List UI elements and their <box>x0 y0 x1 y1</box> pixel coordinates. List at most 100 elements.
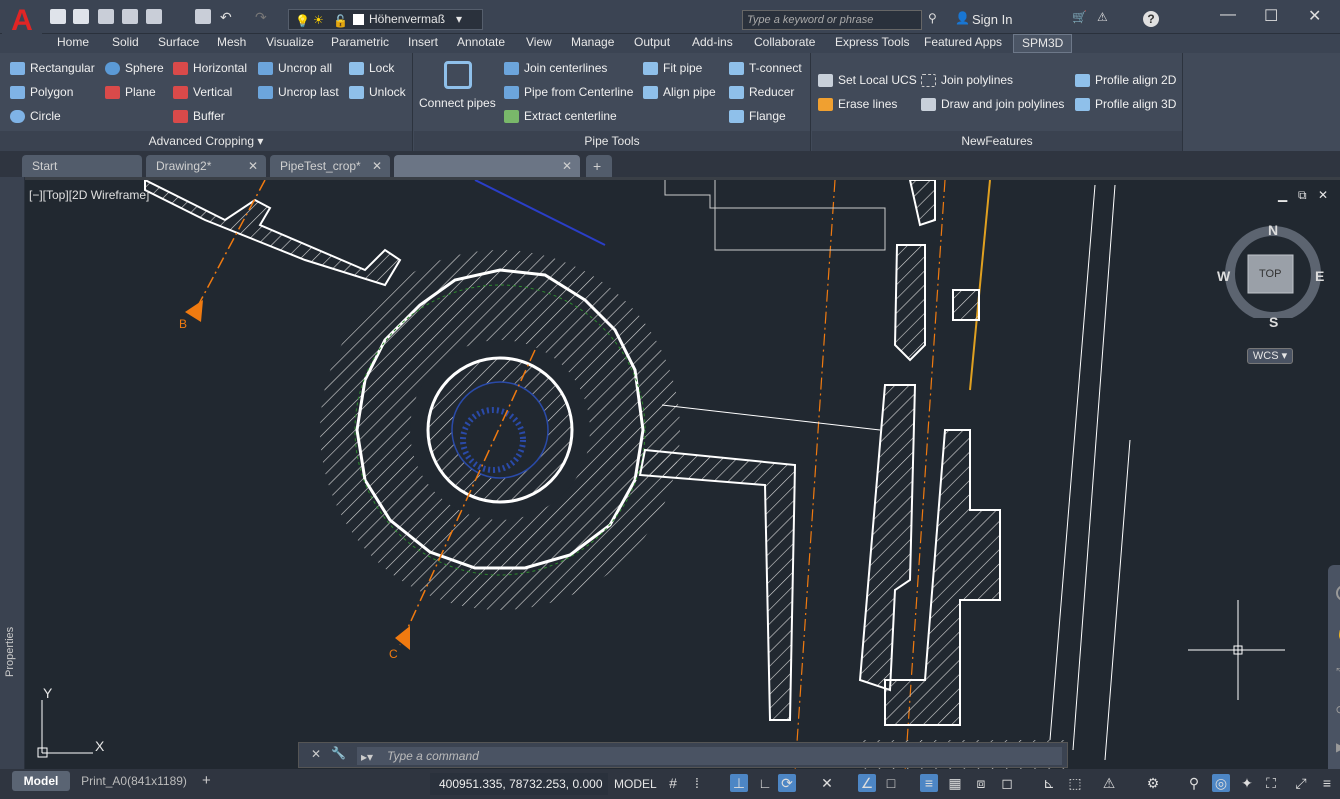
pipe-from-centerline-button[interactable]: Pipe from Centerline <box>504 85 633 99</box>
tab-pipetest-crop[interactable]: PipeTest_crop* ✕ <box>270 155 390 177</box>
menu-item-parametric[interactable]: Parametric <box>331 35 389 49</box>
close-icon[interactable]: ✕ <box>562 159 572 173</box>
annotation-visibility-icon[interactable]: ⚠ <box>1100 774 1118 792</box>
reducer-button[interactable]: Reducer <box>729 85 794 99</box>
menu-item-insert[interactable]: Insert <box>408 35 438 49</box>
search-input[interactable]: Type a keyword or phrase <box>742 10 922 30</box>
minimize-icon[interactable]: — <box>1220 6 1236 24</box>
drawing-viewport[interactable]: B C [−][Top][2D Wireframe] Y X ▁ ⧉ ✕ N S… <box>25 177 1340 769</box>
close-icon[interactable]: ✕ <box>248 159 258 173</box>
rectangular-button[interactable]: Rectangular <box>10 61 95 75</box>
grid-icon[interactable]: # <box>664 774 682 792</box>
menu-item-add-ins[interactable]: Add-ins <box>692 35 733 49</box>
lineweight-icon[interactable]: ≡ <box>920 774 938 792</box>
object-snap-tracking-icon[interactable]: ∠ <box>858 774 876 792</box>
tab-model[interactable]: Model <box>12 771 70 791</box>
viewport-close-icon[interactable]: ✕ <box>1318 188 1328 202</box>
menu-item-solid[interactable]: Solid <box>112 35 139 49</box>
redo-icon[interactable]: ↷ <box>255 9 271 25</box>
erase-lines-button[interactable]: Erase lines <box>818 97 897 111</box>
menu-item-express-tools[interactable]: Express Tools <box>835 35 909 49</box>
polar-tracking-icon[interactable]: ⟳ <box>778 774 796 792</box>
add-layout-icon[interactable]: + <box>202 772 211 789</box>
command-input[interactable]: ▸▾ Type a command <box>357 747 1062 765</box>
cart-icon[interactable]: 🛒 <box>1072 10 1087 24</box>
viewport-controls-label[interactable]: [−][Top][2D Wireframe] <box>29 188 149 202</box>
3d-osnap-icon[interactable]: ◻ <box>998 774 1016 792</box>
new-tab-button[interactable]: + <box>586 155 612 177</box>
dynamic-input-icon[interactable]: ⊥ <box>730 774 748 792</box>
set-local-ucs-button[interactable]: Set Local UCS <box>818 73 917 87</box>
view-cube-top[interactable]: TOP <box>1259 268 1281 280</box>
menu-item-annotate[interactable]: Annotate <box>457 35 505 49</box>
wrench-icon[interactable]: 🔧 <box>331 746 346 760</box>
menu-item-collaborate[interactable]: Collaborate <box>754 35 815 49</box>
help-icon[interactable]: ? <box>1143 11 1159 27</box>
annotation-monitor-icon[interactable]: ⚲ <box>1185 774 1203 792</box>
undo-icon[interactable]: ↶ <box>220 9 236 25</box>
properties-label[interactable]: Properties <box>4 627 16 677</box>
view-cube[interactable]: N S E W TOP <box>1217 208 1335 330</box>
navigation-bar[interactable]: ✋ ⤡ ⟳ ▶ <box>1328 565 1340 769</box>
menu-item-featured-apps[interactable]: Featured Apps <box>924 35 1002 49</box>
fullscreen-icon[interactable]: ⤢ <box>1292 774 1310 792</box>
wcs-dropdown[interactable]: WCS ▾ <box>1247 348 1293 364</box>
menu-item-surface[interactable]: Surface <box>158 35 199 49</box>
publish-icon[interactable] <box>146 9 162 24</box>
ucs-icon[interactable]: ⊾ <box>1040 774 1058 792</box>
save-icon[interactable] <box>98 9 114 24</box>
binoculars-icon[interactable]: ⚲ <box>928 11 937 25</box>
menu-item-output[interactable]: Output <box>634 35 670 49</box>
open-file-icon[interactable] <box>73 9 89 24</box>
gizmo-icon[interactable]: ⬚ <box>1066 774 1084 792</box>
snap-icon[interactable]: ⁞ <box>688 774 706 792</box>
ortho-icon[interactable]: ∟ <box>756 774 774 792</box>
view-cube-north[interactable]: N <box>1268 222 1278 238</box>
extract-centerline-button[interactable]: Extract centerline <box>504 109 617 123</box>
sign-in-button[interactable]: Sign In <box>972 12 1012 27</box>
plot-icon[interactable] <box>195 9 211 24</box>
align-pipe-button[interactable]: Align pipe <box>643 85 716 99</box>
view-cube-west[interactable]: W <box>1217 268 1230 284</box>
polygon-button[interactable]: Polygon <box>10 85 73 99</box>
view-cube-east[interactable]: E <box>1315 268 1324 284</box>
t-connect-button[interactable]: T-connect <box>729 61 802 75</box>
customize-menu-icon[interactable]: ≡ <box>1318 774 1336 792</box>
tab-start[interactable]: Start <box>22 155 142 177</box>
menu-item-home[interactable]: Home <box>57 35 89 49</box>
buffer-button[interactable]: Buffer <box>173 109 225 123</box>
menu-item-view[interactable]: View <box>526 35 552 49</box>
uncrop-all-button[interactable]: Uncrop all <box>258 61 332 75</box>
tab-active-drawing[interactable]: ✕ <box>394 155 580 177</box>
profile-align-3d-button[interactable]: Profile align 3D <box>1075 97 1176 111</box>
object-snap-icon[interactable]: □ <box>882 774 900 792</box>
panel-title-advanced-cropping[interactable]: Advanced Cropping ▾ <box>0 131 412 151</box>
transparency-icon[interactable]: ▦ <box>946 774 964 792</box>
tab-print-a0[interactable]: Print_A0(841x1189) <box>76 771 192 791</box>
zoom-extents-icon[interactable]: ⤡ <box>1336 665 1340 680</box>
coordinates-readout[interactable]: 400951.335, 78732.253, 0.000 <box>430 773 608 795</box>
layer-dropdown[interactable]: 💡 ☀ 🔓 Höhenvermaß ▾ <box>288 9 483 30</box>
orbit-icon[interactable]: ⟳ <box>1336 703 1340 717</box>
flange-button[interactable]: Flange <box>729 109 786 123</box>
steering-wheel-icon[interactable] <box>1336 585 1340 601</box>
selection-cycling-icon[interactable]: ⧈ <box>972 774 990 792</box>
profile-align-2d-button[interactable]: Profile align 2D <box>1075 73 1176 87</box>
workspace-icon[interactable]: ⚙ <box>1144 774 1162 792</box>
join-polylines-button[interactable]: Join polylines <box>921 73 1013 87</box>
close-icon[interactable]: ✕ <box>311 747 321 761</box>
isolate-objects-icon[interactable]: ◎ <box>1212 774 1230 792</box>
plane-button[interactable]: Plane <box>105 85 156 99</box>
unlock-button[interactable]: Unlock <box>349 85 406 99</box>
isodraft-icon[interactable]: ✕ <box>818 774 836 792</box>
hardware-acceleration-icon[interactable]: ✦ <box>1238 774 1256 792</box>
viewport-restore-icon[interactable]: ⧉ <box>1298 188 1307 203</box>
new-file-icon[interactable] <box>50 9 66 24</box>
menu-item-spm3d[interactable]: SPM3D <box>1013 34 1073 53</box>
draw-and-join-polylines-button[interactable]: Draw and join polylines <box>921 97 1064 111</box>
view-cube-south[interactable]: S <box>1269 314 1278 330</box>
save-as-icon[interactable] <box>122 9 138 24</box>
connect-pipes-button[interactable]: Connect pipes <box>419 96 496 110</box>
viewport-minimize-icon[interactable]: ▁ <box>1278 188 1287 202</box>
horizontal-button[interactable]: Horizontal <box>173 61 247 75</box>
